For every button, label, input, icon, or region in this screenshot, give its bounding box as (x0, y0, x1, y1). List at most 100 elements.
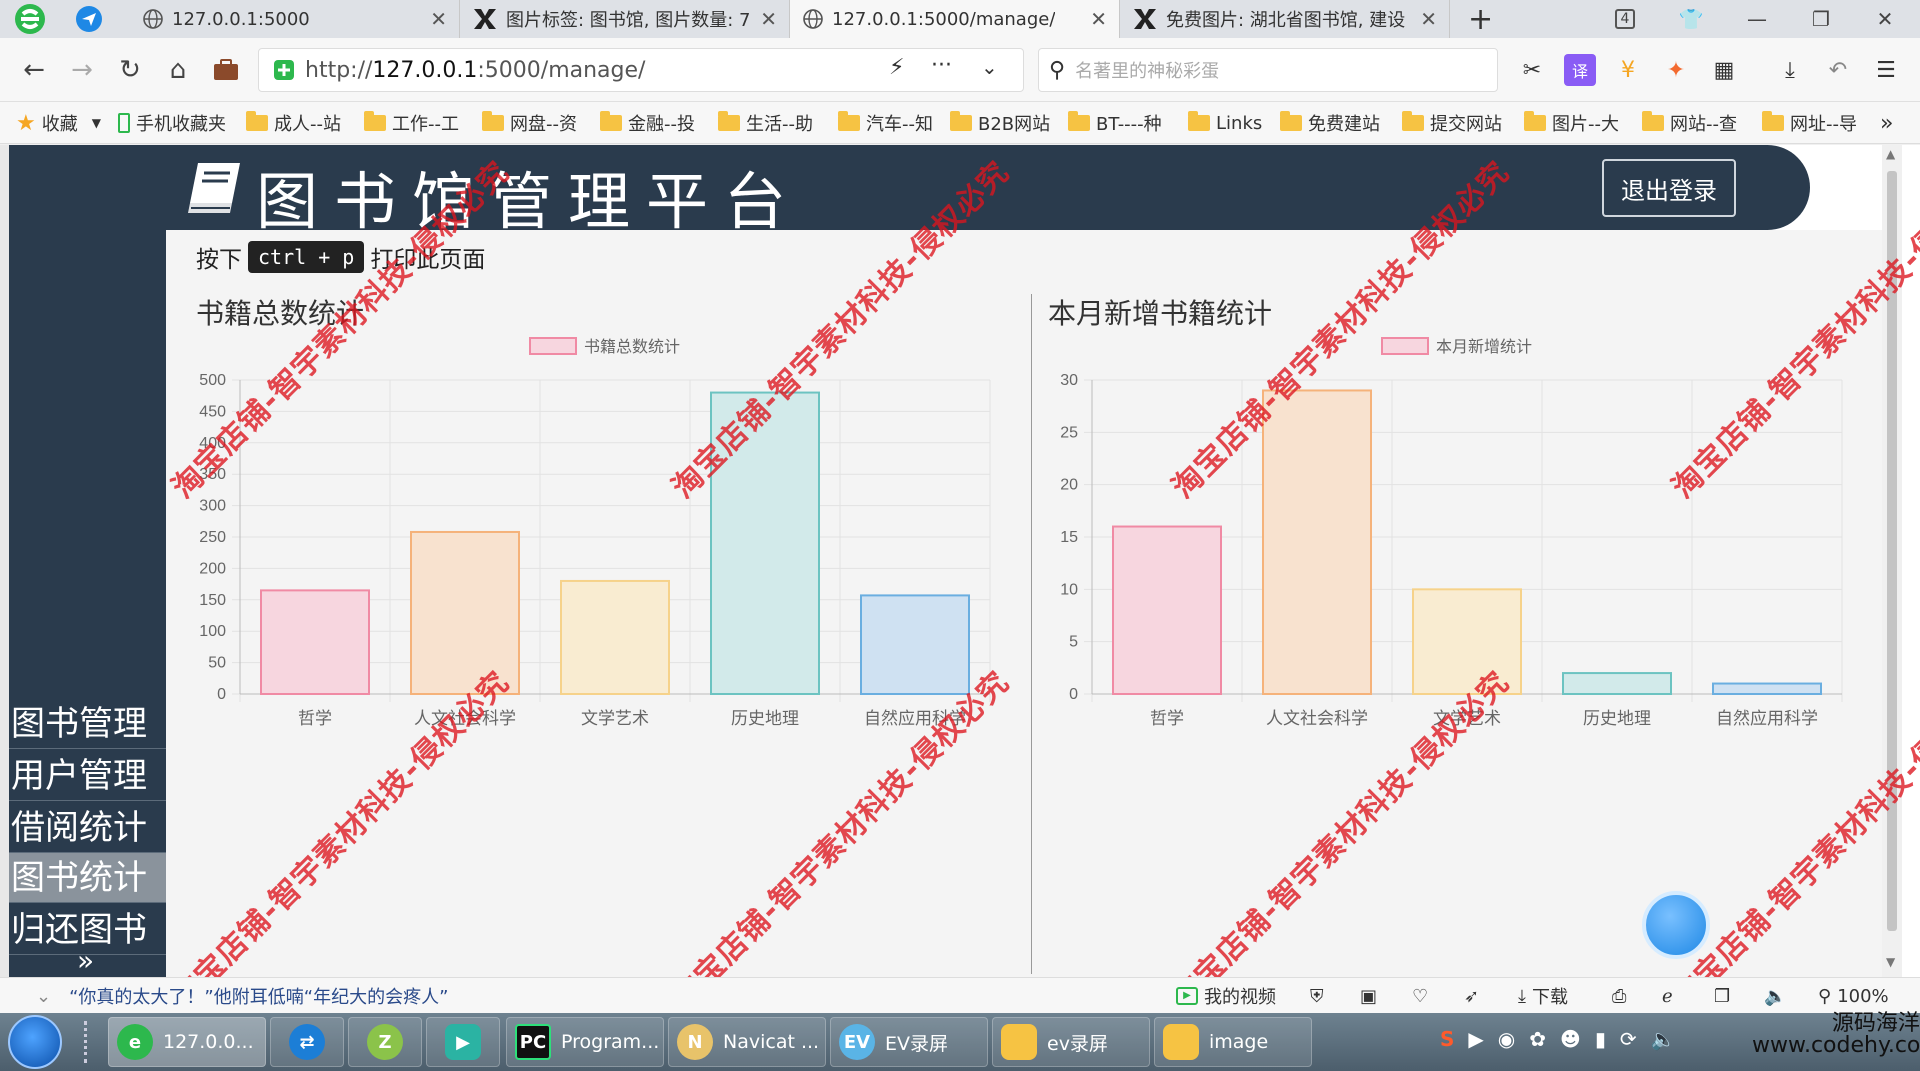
image-icon[interactable]: ▣ (1360, 978, 1377, 1014)
restore-button[interactable]: ❐ (1792, 0, 1850, 38)
reload-icon[interactable]: ↻ (110, 50, 150, 90)
bookmark-folder[interactable]: 金融--投 (600, 102, 695, 144)
bookmark-folder[interactable]: 网盘--资 (482, 102, 577, 144)
forward-icon[interactable]: → (62, 50, 102, 90)
more-icon[interactable]: ··· (931, 53, 952, 78)
window-icon[interactable]: ❐ (1714, 978, 1730, 1014)
rocket-icon[interactable]: ➶ (1464, 978, 1479, 1014)
taskbar-item-player[interactable]: ▶ (426, 1017, 500, 1067)
tab-3-active[interactable]: 127.0.0.1:5000/manage/ ✕ (790, 0, 1120, 38)
taskbar-item-ev-recorder[interactable]: EV EV录屏 (830, 1017, 988, 1067)
bookmark-label: Links (1216, 112, 1263, 134)
address-bar[interactable]: http://127.0.0.1:5000/manage/ ⚡ ··· ⌄ (258, 48, 1024, 92)
sidebar-item-book-manage[interactable]: 图书管理 (9, 699, 166, 749)
close-icon[interactable]: ✕ (1090, 7, 1107, 31)
bookmark-folder[interactable]: 成人--站 (246, 102, 341, 144)
bookmark-folder[interactable]: BT----种 (1068, 102, 1162, 144)
game-icon[interactable]: ✦ (1660, 54, 1692, 86)
back-icon[interactable]: ← (14, 50, 54, 90)
taskbar-item-ev-folder[interactable]: ev录屏 (992, 1017, 1150, 1067)
bookmarks-more-button[interactable]: » (1880, 102, 1893, 144)
video-app-icon[interactable]: ▶ (1468, 1027, 1483, 1051)
news-ticker[interactable]: ⌄ “你真的太大了！”他附耳低喃“年纪大的会疼人” (36, 978, 448, 1014)
bookmark-folder[interactable]: B2B网站 (950, 102, 1050, 144)
close-window-button[interactable]: ✕ (1856, 0, 1914, 38)
taskbar-item-pycharm[interactable]: PC Program... (506, 1017, 664, 1067)
bookmark-folder[interactable]: 免费建站 (1280, 102, 1380, 144)
ie-icon[interactable]: ℯ (1662, 978, 1673, 1014)
minimize-button[interactable]: — (1728, 0, 1786, 38)
tab-4[interactable]: 免费图片: 湖北省图书馆, 建设 ✕ (1120, 0, 1450, 38)
heart-icon[interactable]: ♡ (1412, 978, 1428, 1014)
tab-2[interactable]: 图片标签: 图书馆, 图片数量: 7 ✕ (460, 0, 790, 38)
sidebar-item-user-manage[interactable]: 用户管理 (9, 751, 166, 801)
speaker-icon[interactable]: 🔈 (1764, 978, 1786, 1014)
bookmark-folder[interactable]: 提交网站 (1402, 102, 1502, 144)
settings-icon[interactable]: ✿ (1529, 1027, 1546, 1051)
volume-icon[interactable]: 🔈 (1651, 1027, 1676, 1051)
apps-grid-icon[interactable]: ▦ (1708, 54, 1740, 86)
home-icon[interactable]: ⌂ (158, 50, 198, 90)
sogou-icon[interactable]: S (1440, 1027, 1454, 1051)
bookmark-folder[interactable]: 汽车--知 (838, 102, 933, 144)
browser-nav-bar: ← → ↻ ⌂ http://127.0.0.1:5000/manage/ ⚡ … (0, 38, 1920, 102)
update-icon[interactable]: ⟳ (1620, 1027, 1637, 1051)
zoom-control[interactable]: ⚲ 100% (1818, 978, 1889, 1014)
bookmark-mobile[interactable]: 手机收藏夹 (118, 102, 226, 144)
close-icon[interactable]: ✕ (1420, 7, 1437, 31)
taskbar-item-teamviewer[interactable]: ⇄ (270, 1017, 344, 1067)
y-tick-label: 30 (1060, 372, 1078, 389)
send-icon[interactable] (74, 4, 104, 34)
left-edge (0, 145, 9, 977)
bookmark-folder[interactable]: 生活--助 (718, 102, 813, 144)
undo-icon[interactable]: ↶ (1822, 54, 1854, 86)
download-button[interactable]: ⤓ 下载 (1518, 978, 1568, 1014)
coupon-icon[interactable]: ¥ (1612, 54, 1644, 86)
sidebar-item-borrow-stats[interactable]: 借阅统计 (9, 803, 166, 853)
scissors-icon[interactable]: ✂ (1516, 54, 1548, 86)
security-icon[interactable]: ◉ (1498, 1027, 1515, 1051)
wallet-icon[interactable] (206, 50, 246, 90)
shield-icon[interactable]: ⛨ (1310, 978, 1324, 1014)
qq-icon[interactable]: ☻ (1560, 1027, 1581, 1051)
download-icon[interactable]: ⤓ (1774, 54, 1806, 86)
floating-assistant-button[interactable] (1642, 891, 1710, 959)
download-label: 下载 (1531, 987, 1568, 1008)
tab-1[interactable]: 127.0.0.1:5000 ✕ (130, 0, 460, 38)
scroll-up-icon[interactable]: ▲ (1886, 147, 1895, 161)
start-button[interactable] (8, 1015, 62, 1069)
tab-counter-button[interactable]: 4 (1596, 0, 1654, 38)
search-box[interactable]: ⚲ 名著里的神秘彩蛋 (1038, 48, 1498, 92)
chevron-down-double-icon[interactable]: » (77, 947, 94, 975)
printer-icon[interactable]: ⎙ (1612, 978, 1626, 1014)
chevron-down-icon[interactable]: ⌄ (981, 55, 998, 79)
scroll-thumb[interactable] (1887, 171, 1897, 931)
network-icon[interactable]: ▮ (1595, 1027, 1606, 1051)
translate-icon[interactable]: 译 (1564, 54, 1596, 86)
skin-icon[interactable]: 👕 (1662, 0, 1720, 38)
taskbar-item-image-folder[interactable]: image (1154, 1017, 1312, 1067)
bookmark-folder[interactable]: Links (1188, 102, 1262, 144)
lightning-icon[interactable]: ⚡ (889, 55, 904, 80)
zz-icon: Z (367, 1024, 403, 1060)
vertical-scrollbar[interactable]: ▲ ▼ (1882, 145, 1902, 977)
bookmark-folder[interactable]: 网站--查 (1642, 102, 1737, 144)
bookmark-folder[interactable]: 网址--导 (1762, 102, 1857, 144)
book-icon (188, 163, 240, 213)
close-icon[interactable]: ✕ (760, 7, 777, 31)
menu-icon[interactable]: ☰ (1870, 54, 1902, 86)
browser-logo-icon[interactable] (12, 2, 48, 36)
sidebar-item-book-stats[interactable]: 图书统计 (9, 853, 166, 903)
taskbar-item-browser[interactable]: e 127.0.0... (108, 1017, 266, 1067)
my-video-button[interactable]: ▶ 我的视频 (1176, 978, 1276, 1014)
bookmark-folder[interactable]: 工作--工 (364, 102, 459, 144)
scroll-down-icon[interactable]: ▼ (1886, 955, 1895, 969)
taskbar-item-zz[interactable]: Z (348, 1017, 422, 1067)
new-tab-button[interactable]: + (1468, 2, 1493, 37)
taskbar-item-navicat[interactable]: N Navicat ... (668, 1017, 826, 1067)
bookmark-favorites[interactable]: ★ 收藏 ▼ (16, 102, 101, 144)
logout-button[interactable]: 退出登录 (1602, 159, 1736, 217)
bookmark-folder[interactable]: 图片--大 (1524, 102, 1619, 144)
url-path: :5000/manage/ (477, 57, 646, 83)
close-icon[interactable]: ✕ (430, 7, 447, 31)
